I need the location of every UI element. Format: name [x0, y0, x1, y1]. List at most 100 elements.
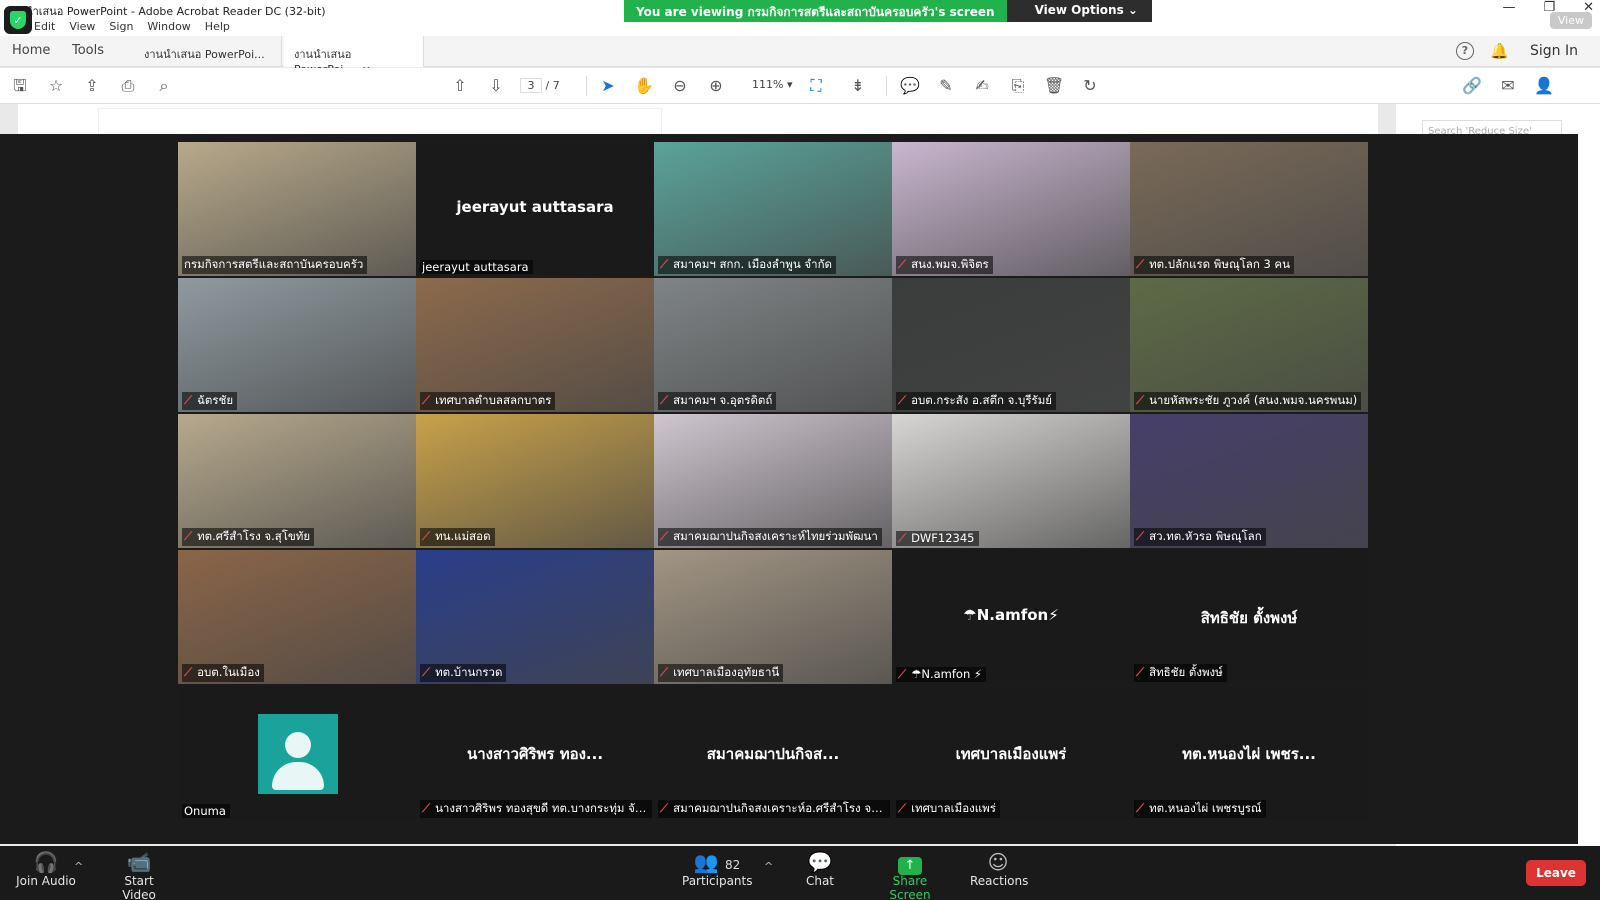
- participant-tile[interactable]: ⟋ เทศบาลตำบลสลกบาตร: [416, 278, 654, 412]
- upload-icon[interactable]: ⇪: [82, 76, 102, 96]
- participants-caret-icon[interactable]: ^: [764, 860, 773, 873]
- prev-page-icon[interactable]: ⇧: [450, 76, 470, 96]
- join-audio-button[interactable]: 🎧 Join Audio: [16, 850, 76, 888]
- participant-display-name: เทศบาลเมืองแพร่: [955, 745, 1067, 763]
- menu-item-view[interactable]: View: [69, 20, 95, 33]
- participant-tile[interactable]: ⟋ สว.ทต.หัวรอ พิษณุโลก: [1130, 414, 1368, 548]
- participant-name-label: ⟋ สมาคมฯ สกก. เมืองลำพูน จำกัด: [658, 256, 837, 274]
- menu-item-window[interactable]: Window: [147, 20, 190, 33]
- minimize-icon[interactable]: —: [1502, 0, 1515, 15]
- zoom-security-icon[interactable]: ✓: [4, 6, 32, 34]
- participant-name-label: ⟋ สมาคมฯ จ.อุตรดิตถ์: [658, 392, 777, 410]
- menu-item-sign[interactable]: Sign: [109, 20, 133, 33]
- tab-tools[interactable]: Tools: [72, 43, 104, 58]
- participant-tile[interactable]: ⟋ สมาคมฯ จ.อุตรดิตถ์: [654, 278, 892, 412]
- view-chip[interactable]: View: [1549, 12, 1592, 29]
- audio-options-caret-icon[interactable]: ^: [74, 860, 83, 873]
- participant-tile[interactable]: ⟋ เทศบาลเมืองอุทัยธานี: [654, 550, 892, 684]
- doc-tab[interactable]: งานนำเสนอ PowerPoi...: [134, 36, 282, 67]
- print-icon[interactable]: ⎙: [118, 76, 138, 96]
- chat-button[interactable]: 💬 Chat: [800, 850, 840, 888]
- doc-tab-active[interactable]: งานนำเสนอ PowerPoi...×: [284, 36, 424, 76]
- participant-name: กรมกิจการสตรีและสถาบันครอบครัว: [184, 257, 364, 271]
- participant-tile[interactable]: ⟋ ทน.แม่สอด: [416, 414, 654, 548]
- participant-tile[interactable]: ⟋ สมาคมฌาปนกิจสงเคราะห์ไทยร่วมพัฒนา: [654, 414, 892, 548]
- start-video-button[interactable]: 📹 Start Video: [106, 850, 172, 900]
- participant-name-label: ⟋ ทต.บ้านกรวด: [420, 664, 507, 682]
- participant-tile[interactable]: นางสาวศิริพร ทอง... ⟋ นางสาวศิริพร ทองสุขด…: [416, 686, 654, 820]
- mic-muted-icon: ⟋: [422, 665, 431, 679]
- participants-button[interactable]: 👥 82 Participants: [682, 850, 753, 888]
- share-screen-icon-wrap: ↑: [872, 850, 948, 875]
- participant-display-name: jeerayut auttasara: [456, 198, 614, 216]
- participant-name-label: ⟋ อบต.กระสัง อ.สตึก จ.บุรีรัมย์: [896, 392, 1057, 410]
- fit-page-icon[interactable]: ⛶: [806, 76, 826, 96]
- reactions-button[interactable]: ☺ Reactions: [970, 850, 1029, 888]
- participant-name: เทศบาลเมืองอุทัยธานี: [673, 665, 780, 679]
- zoom-select[interactable]: 111% ▾: [752, 78, 792, 91]
- current-page-input[interactable]: 3: [520, 78, 542, 93]
- link-icon[interactable]: 🔗: [1462, 76, 1482, 96]
- window-title: งานนำเสนอ PowerPoint - Adobe Acrobat Rea…: [6, 5, 326, 18]
- zoom-in-icon[interactable]: ⊕: [706, 76, 726, 96]
- stamp-icon[interactable]: ⎘: [1008, 76, 1028, 96]
- share-user-icon[interactable]: 👤: [1534, 76, 1554, 96]
- participant-name: สมาคมฌาปนกิจสงเคราะห์ไทยร่วมพัฒนา: [673, 529, 878, 543]
- comment-icon[interactable]: 💬: [900, 76, 920, 96]
- participant-tile[interactable]: ⟋ นายหัสพระชัย ภูวงค์ (สนง.พมจ.นครพนม): [1130, 278, 1368, 412]
- participant-tile[interactable]: ⟋ สมาคมฯ สกก. เมืองลำพูน จำกัด: [654, 142, 892, 276]
- participant-tile[interactable]: jeerayut auttasara jeerayut auttasara: [416, 142, 654, 276]
- scroll-mode-icon[interactable]: ⇟: [848, 76, 868, 96]
- participant-tile[interactable]: ⟋ ทต.บ้านกรวด: [416, 550, 654, 684]
- select-arrow-icon[interactable]: ➤: [598, 76, 618, 96]
- participant-name-label: ⟋ ทต.ปลักแรด พิษณุโลก 3 คน: [1134, 256, 1294, 274]
- email-icon[interactable]: ✉: [1498, 76, 1518, 96]
- participant-name-label: ⟋ DWF12345: [896, 531, 979, 546]
- bell-icon[interactable]: 🔔: [1490, 42, 1509, 60]
- mic-muted-icon: ⟋: [422, 801, 431, 815]
- share-screen-button[interactable]: ↑ Share Screen: [872, 850, 948, 900]
- total-pages: / 7: [545, 79, 560, 92]
- participant-tile[interactable]: เทศบาลเมืองแพร่ ⟋ เทศบาลเมืองแพร่: [892, 686, 1130, 820]
- participant-tile[interactable]: สมาคมฌาปนกิจส... ⟋ สมาคมฌาปนกิจสงเคราะห์อ.…: [654, 686, 892, 820]
- participant-tile[interactable]: ทต.หนองไผ่ เพชร... ⟋ ทต.หนองไผ่ เพชรบูรณ์: [1130, 686, 1368, 820]
- video-off-icon: 📹: [126, 850, 152, 874]
- participant-name: DWF12345: [911, 531, 975, 545]
- view-options-button[interactable]: View Options ⌄: [1006, 0, 1152, 22]
- tab-home[interactable]: Home: [12, 43, 50, 58]
- search-icon[interactable]: ⌕: [154, 76, 174, 96]
- menu-item-edit[interactable]: Edit: [34, 20, 55, 33]
- participant-name-label: ⟋ ทน.แม่สอด: [420, 528, 495, 546]
- highlight-pen-icon[interactable]: ✎: [936, 76, 956, 96]
- participant-tile[interactable]: สิทธิชัย ตั้งพงษ์ ⟋ สิทธิชัย ตั้งพงษ์: [1130, 550, 1368, 684]
- participant-tile[interactable]: ☂N.amfon⚡ ⟋ ☂N.amfon ⚡: [892, 550, 1130, 684]
- zoom-out-icon[interactable]: ⊖: [670, 76, 690, 96]
- reactions-label: Reactions: [970, 874, 1029, 888]
- save-icon[interactable]: 🖫: [10, 76, 30, 96]
- participant-tile[interactable]: ⟋ สนง.พมจ.พิจิตร: [892, 142, 1130, 276]
- help-icon[interactable]: ?: [1456, 42, 1474, 60]
- menu-item-help[interactable]: Help: [205, 20, 230, 33]
- mic-muted-icon: ⟋: [422, 393, 431, 407]
- participant-name-label: ⟋ นายหัสพระชัย ภูวงค์ (สนง.พมจ.นครพนม): [1134, 392, 1362, 410]
- participant-display-name: สมาคมฌาปนกิจส...: [706, 745, 840, 763]
- star-icon[interactable]: ☆: [46, 76, 66, 96]
- leave-button[interactable]: Leave: [1526, 860, 1586, 886]
- participant-tile[interactable]: ⟋ ทต.ศรีสำโรง จ.สุโขทัย: [178, 414, 416, 548]
- participant-tile[interactable]: กรมกิจการสตรีและสถาบันครอบครัว: [178, 142, 416, 276]
- next-page-icon[interactable]: ⇩: [486, 76, 506, 96]
- draw-icon[interactable]: ✍: [972, 76, 992, 96]
- headphones-icon: 🎧: [33, 850, 59, 874]
- participant-tile[interactable]: ⟋ อบต.กระสัง อ.สตึก จ.บุรีรัมย์: [892, 278, 1130, 412]
- sign-in-link[interactable]: Sign In: [1530, 43, 1578, 59]
- mic-muted-icon: ⟋: [184, 665, 193, 679]
- participant-tile[interactable]: ⟋ ฉัตรชัย: [178, 278, 416, 412]
- participant-tile[interactable]: ⟋ อบต.ในเมือง: [178, 550, 416, 684]
- mic-muted-icon: ⟋: [898, 531, 907, 545]
- redo-icon[interactable]: ↻: [1080, 76, 1100, 96]
- hand-icon[interactable]: ✋: [634, 76, 654, 96]
- delete-icon[interactable]: 🗑: [1044, 76, 1064, 96]
- participant-tile[interactable]: ⟋ ทต.ปลักแรด พิษณุโลก 3 คน: [1130, 142, 1368, 276]
- participant-tile[interactable]: ⟋ DWF12345: [892, 414, 1130, 548]
- participant-tile[interactable]: Onuma: [178, 686, 416, 820]
